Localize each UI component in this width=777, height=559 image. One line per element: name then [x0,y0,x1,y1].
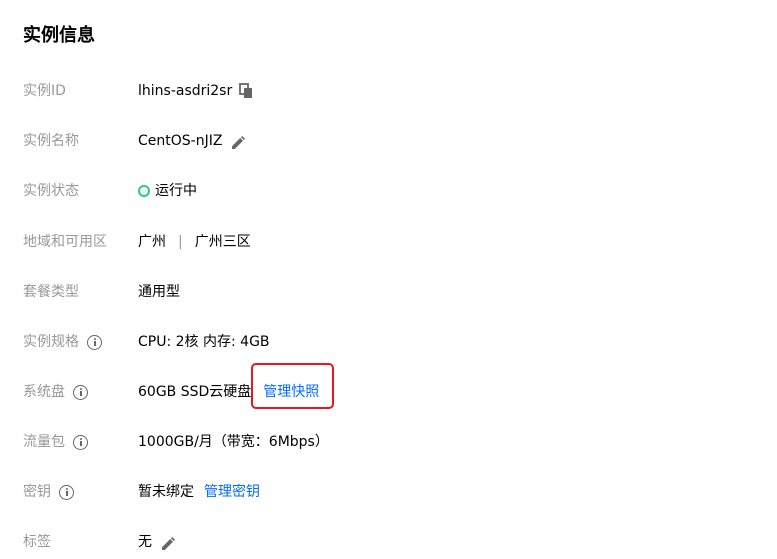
instance-spec-label: 实例规格 [23,334,79,350]
system-disk-label-group: 系统盘 [23,380,88,404]
info-icon[interactable] [73,434,88,450]
key-value-group: 暂未绑定 管理密钥 [138,480,260,504]
instance-info-panel: 实例信息 实例ID lhins-asdri2sr 实例名称 CentOS-nJI… [0,0,777,559]
row-instance-name: 实例名称 CentOS-nJIZ [0,129,777,153]
row-region: 地域和可用区 广州 | 广州三区 [0,230,777,254]
row-instance-spec: 实例规格 CPU: 2核 内存: 4GB [0,330,777,354]
bundle-type-label: 套餐类型 [23,284,79,300]
zone-value: 广州三区 [194,234,251,250]
region-value-group: 广州 | 广州三区 [138,230,251,254]
instance-status-value-group: 运行中 [138,179,197,203]
region-separator: | [178,234,183,250]
instance-spec-label-group: 实例规格 [23,330,102,354]
traffic-label-group: 流量包 [23,430,88,454]
traffic-value: 1000GB/月（带宽：6Mbps） [138,434,329,450]
row-bundle-type: 套餐类型 通用型 [0,280,777,304]
manage-key-link[interactable]: 管理密钥 [204,480,260,504]
tags-value: 无 [138,534,152,550]
row-instance-status: 实例状态 运行中 [0,179,777,203]
tags-label: 标签 [23,534,51,550]
row-tags: 标签 无 [0,530,777,554]
bundle-type-value: 通用型 [138,284,180,300]
instance-name-value: CentOS-nJIZ [138,133,223,149]
system-disk-value: 60GB SSD云硬盘 [138,384,252,400]
row-traffic: 流量包 1000GB/月（带宽：6Mbps） [0,430,777,454]
section-title: 实例信息 [23,25,95,46]
system-disk-label: 系统盘 [23,384,65,400]
row-system-disk: 系统盘 60GB SSD云硬盘 管理快照 [0,380,777,404]
row-key: 密钥 暂未绑定 管理密钥 [0,480,777,504]
instance-spec-value: CPU: 2核 内存: 4GB [138,334,270,350]
instance-status-label: 实例状态 [23,183,79,199]
edit-icon[interactable] [231,134,246,149]
highlight-annotation-box [251,363,334,409]
instance-id-value: lhins-asdri2sr [138,83,233,99]
instance-name-value-group: CentOS-nJIZ [138,129,246,153]
region-value: 广州 [138,234,166,250]
tags-value-group: 无 [138,530,175,554]
region-label: 地域和可用区 [23,234,107,250]
key-label: 密钥 [23,484,51,500]
running-status-icon [138,185,150,197]
instance-id-label: 实例ID [23,83,66,99]
traffic-label: 流量包 [23,434,65,450]
edit-icon[interactable] [161,535,175,550]
info-icon[interactable] [59,484,74,500]
info-icon[interactable] [87,334,102,350]
info-icon[interactable] [73,384,88,400]
instance-name-label: 实例名称 [23,133,79,149]
instance-id-value-group: lhins-asdri2sr [138,79,253,103]
key-value: 暂未绑定 [138,484,194,500]
instance-status-value: 运行中 [155,183,197,199]
key-label-group: 密钥 [23,480,74,504]
row-instance-id: 实例ID lhins-asdri2sr [0,79,777,103]
copy-icon[interactable] [239,83,253,99]
